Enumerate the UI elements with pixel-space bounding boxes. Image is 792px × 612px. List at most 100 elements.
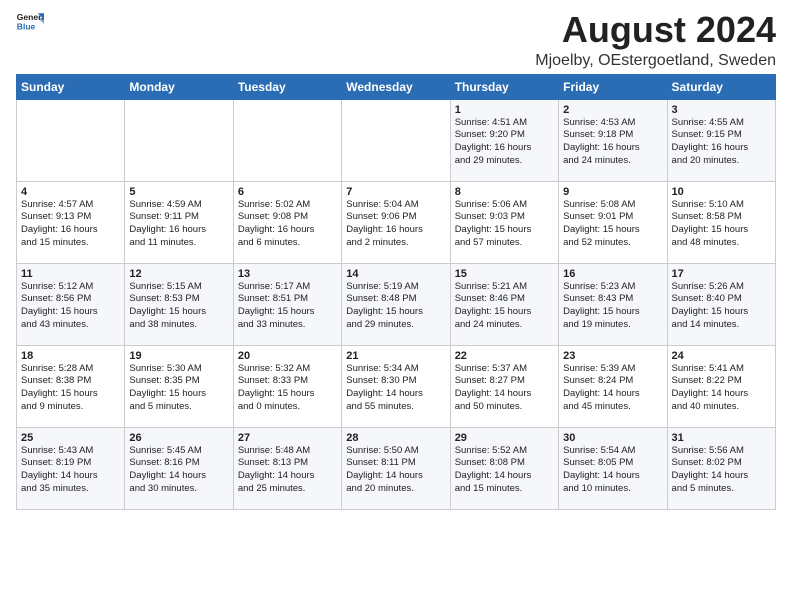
day-info: Sunrise: 5:17 AM Sunset: 8:51 PM Dayligh… [238, 281, 337, 332]
calendar-cell [17, 99, 125, 181]
day-number: 19 [129, 350, 228, 362]
month-year-title: August 2024 [535, 10, 776, 50]
day-number: 14 [346, 268, 445, 280]
day-number: 25 [21, 432, 120, 444]
title-block: August 2024 Mjoelby, OEstergoetland, Swe… [535, 10, 776, 70]
calendar-cell: 23Sunrise: 5:39 AM Sunset: 8:24 PM Dayli… [559, 345, 667, 427]
day-info: Sunrise: 5:48 AM Sunset: 8:13 PM Dayligh… [238, 445, 337, 496]
calendar-week-3: 11Sunrise: 5:12 AM Sunset: 8:56 PM Dayli… [17, 263, 776, 345]
calendar-cell: 4Sunrise: 4:57 AM Sunset: 9:13 PM Daylig… [17, 181, 125, 263]
day-info: Sunrise: 4:55 AM Sunset: 9:15 PM Dayligh… [672, 117, 771, 168]
calendar-cell: 27Sunrise: 5:48 AM Sunset: 8:13 PM Dayli… [233, 427, 341, 509]
day-number: 23 [563, 350, 662, 362]
day-info: Sunrise: 5:54 AM Sunset: 8:05 PM Dayligh… [563, 445, 662, 496]
day-number: 9 [563, 186, 662, 198]
day-number: 2 [563, 104, 662, 116]
day-info: Sunrise: 5:08 AM Sunset: 9:01 PM Dayligh… [563, 199, 662, 250]
day-number: 12 [129, 268, 228, 280]
calendar-week-2: 4Sunrise: 4:57 AM Sunset: 9:13 PM Daylig… [17, 181, 776, 263]
calendar-cell [342, 99, 450, 181]
calendar-week-5: 25Sunrise: 5:43 AM Sunset: 8:19 PM Dayli… [17, 427, 776, 509]
day-number: 11 [21, 268, 120, 280]
calendar-cell: 7Sunrise: 5:04 AM Sunset: 9:06 PM Daylig… [342, 181, 450, 263]
calendar-cell: 5Sunrise: 4:59 AM Sunset: 9:11 PM Daylig… [125, 181, 233, 263]
calendar-cell: 29Sunrise: 5:52 AM Sunset: 8:08 PM Dayli… [450, 427, 558, 509]
calendar-page: General Blue August 2024 Mjoelby, OEster… [0, 0, 792, 612]
calendar-cell: 21Sunrise: 5:34 AM Sunset: 8:30 PM Dayli… [342, 345, 450, 427]
day-number: 13 [238, 268, 337, 280]
day-number: 29 [455, 432, 554, 444]
calendar-cell: 3Sunrise: 4:55 AM Sunset: 9:15 PM Daylig… [667, 99, 775, 181]
day-number: 31 [672, 432, 771, 444]
calendar-cell: 6Sunrise: 5:02 AM Sunset: 9:08 PM Daylig… [233, 181, 341, 263]
weekday-header-wednesday: Wednesday [342, 74, 450, 99]
calendar-cell: 11Sunrise: 5:12 AM Sunset: 8:56 PM Dayli… [17, 263, 125, 345]
day-info: Sunrise: 5:30 AM Sunset: 8:35 PM Dayligh… [129, 363, 228, 414]
day-info: Sunrise: 4:59 AM Sunset: 9:11 PM Dayligh… [129, 199, 228, 250]
day-info: Sunrise: 4:57 AM Sunset: 9:13 PM Dayligh… [21, 199, 120, 250]
calendar-cell: 25Sunrise: 5:43 AM Sunset: 8:19 PM Dayli… [17, 427, 125, 509]
calendar-week-1: 1Sunrise: 4:51 AM Sunset: 9:20 PM Daylig… [17, 99, 776, 181]
weekday-header-sunday: Sunday [17, 74, 125, 99]
day-info: Sunrise: 5:45 AM Sunset: 8:16 PM Dayligh… [129, 445, 228, 496]
weekday-header-friday: Friday [559, 74, 667, 99]
day-number: 16 [563, 268, 662, 280]
calendar-cell: 17Sunrise: 5:26 AM Sunset: 8:40 PM Dayli… [667, 263, 775, 345]
calendar-table: SundayMondayTuesdayWednesdayThursdayFrid… [16, 74, 776, 510]
calendar-cell: 9Sunrise: 5:08 AM Sunset: 9:01 PM Daylig… [559, 181, 667, 263]
day-info: Sunrise: 5:23 AM Sunset: 8:43 PM Dayligh… [563, 281, 662, 332]
day-number: 1 [455, 104, 554, 116]
location-subtitle: Mjoelby, OEstergoetland, Sweden [535, 52, 776, 70]
day-number: 28 [346, 432, 445, 444]
calendar-cell: 8Sunrise: 5:06 AM Sunset: 9:03 PM Daylig… [450, 181, 558, 263]
day-number: 6 [238, 186, 337, 198]
day-number: 22 [455, 350, 554, 362]
weekday-header-saturday: Saturday [667, 74, 775, 99]
day-info: Sunrise: 5:50 AM Sunset: 8:11 PM Dayligh… [346, 445, 445, 496]
day-info: Sunrise: 5:15 AM Sunset: 8:53 PM Dayligh… [129, 281, 228, 332]
day-number: 20 [238, 350, 337, 362]
day-info: Sunrise: 5:28 AM Sunset: 8:38 PM Dayligh… [21, 363, 120, 414]
calendar-cell: 26Sunrise: 5:45 AM Sunset: 8:16 PM Dayli… [125, 427, 233, 509]
calendar-body: 1Sunrise: 4:51 AM Sunset: 9:20 PM Daylig… [17, 99, 776, 509]
day-info: Sunrise: 5:02 AM Sunset: 9:08 PM Dayligh… [238, 199, 337, 250]
calendar-cell: 20Sunrise: 5:32 AM Sunset: 8:33 PM Dayli… [233, 345, 341, 427]
day-info: Sunrise: 5:34 AM Sunset: 8:30 PM Dayligh… [346, 363, 445, 414]
calendar-cell [125, 99, 233, 181]
day-number: 21 [346, 350, 445, 362]
calendar-cell: 30Sunrise: 5:54 AM Sunset: 8:05 PM Dayli… [559, 427, 667, 509]
calendar-cell: 22Sunrise: 5:37 AM Sunset: 8:27 PM Dayli… [450, 345, 558, 427]
calendar-cell: 18Sunrise: 5:28 AM Sunset: 8:38 PM Dayli… [17, 345, 125, 427]
calendar-cell: 19Sunrise: 5:30 AM Sunset: 8:35 PM Dayli… [125, 345, 233, 427]
day-number: 27 [238, 432, 337, 444]
calendar-cell: 1Sunrise: 4:51 AM Sunset: 9:20 PM Daylig… [450, 99, 558, 181]
header: General Blue August 2024 Mjoelby, OEster… [16, 10, 776, 70]
day-number: 5 [129, 186, 228, 198]
logo: General Blue [16, 10, 46, 32]
calendar-cell: 13Sunrise: 5:17 AM Sunset: 8:51 PM Dayli… [233, 263, 341, 345]
calendar-cell: 24Sunrise: 5:41 AM Sunset: 8:22 PM Dayli… [667, 345, 775, 427]
calendar-cell: 12Sunrise: 5:15 AM Sunset: 8:53 PM Dayli… [125, 263, 233, 345]
day-number: 30 [563, 432, 662, 444]
day-number: 4 [21, 186, 120, 198]
day-info: Sunrise: 5:37 AM Sunset: 8:27 PM Dayligh… [455, 363, 554, 414]
day-info: Sunrise: 5:19 AM Sunset: 8:48 PM Dayligh… [346, 281, 445, 332]
calendar-week-4: 18Sunrise: 5:28 AM Sunset: 8:38 PM Dayli… [17, 345, 776, 427]
day-info: Sunrise: 5:26 AM Sunset: 8:40 PM Dayligh… [672, 281, 771, 332]
day-info: Sunrise: 5:39 AM Sunset: 8:24 PM Dayligh… [563, 363, 662, 414]
calendar-cell: 10Sunrise: 5:10 AM Sunset: 8:58 PM Dayli… [667, 181, 775, 263]
day-info: Sunrise: 5:32 AM Sunset: 8:33 PM Dayligh… [238, 363, 337, 414]
day-number: 10 [672, 186, 771, 198]
day-number: 24 [672, 350, 771, 362]
weekday-header-tuesday: Tuesday [233, 74, 341, 99]
calendar-cell: 31Sunrise: 5:56 AM Sunset: 8:02 PM Dayli… [667, 427, 775, 509]
logo-icon: General Blue [16, 10, 44, 32]
calendar-cell: 28Sunrise: 5:50 AM Sunset: 8:11 PM Dayli… [342, 427, 450, 509]
day-info: Sunrise: 5:10 AM Sunset: 8:58 PM Dayligh… [672, 199, 771, 250]
day-info: Sunrise: 5:12 AM Sunset: 8:56 PM Dayligh… [21, 281, 120, 332]
day-info: Sunrise: 5:06 AM Sunset: 9:03 PM Dayligh… [455, 199, 554, 250]
day-info: Sunrise: 5:21 AM Sunset: 8:46 PM Dayligh… [455, 281, 554, 332]
day-info: Sunrise: 5:52 AM Sunset: 8:08 PM Dayligh… [455, 445, 554, 496]
day-info: Sunrise: 5:43 AM Sunset: 8:19 PM Dayligh… [21, 445, 120, 496]
day-number: 7 [346, 186, 445, 198]
